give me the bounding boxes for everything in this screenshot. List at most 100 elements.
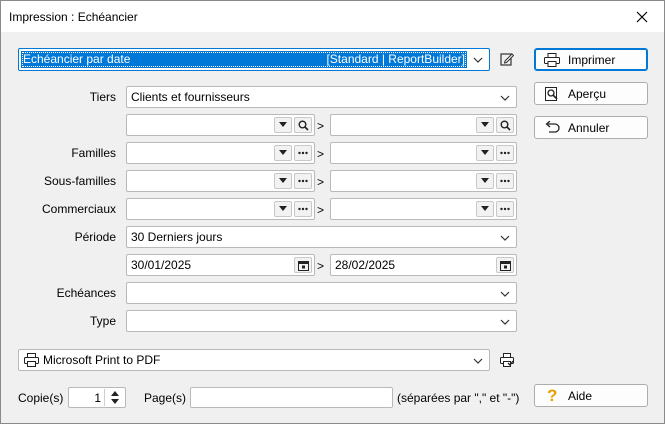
title-bar: Impression : Echéancier xyxy=(1,1,664,32)
ellipsis-icon xyxy=(500,151,510,155)
pages-input[interactable] xyxy=(190,387,393,408)
tiers-from-input[interactable] xyxy=(126,114,315,136)
commerciaux-to-browse-button[interactable] xyxy=(496,201,514,217)
chevron-down-icon xyxy=(279,206,287,211)
commerciaux-range-separator: > xyxy=(317,203,325,217)
report-tag: [Standard | ReportBuilder] xyxy=(326,52,465,66)
pages-hint: (séparées par "," et "-") xyxy=(397,391,520,405)
copies-stepper[interactable]: 1 xyxy=(68,387,126,408)
sous-familles-from-input[interactable] xyxy=(126,170,315,192)
tiers-from-search-button[interactable] xyxy=(294,117,312,133)
type-label: Type xyxy=(89,314,116,328)
print-button[interactable]: Imprimer xyxy=(534,48,648,71)
familles-from-browse-button[interactable] xyxy=(294,145,312,161)
commerciaux-to-input[interactable] xyxy=(330,198,517,220)
tiers-select[interactable]: Clients et fournisseurs xyxy=(126,86,517,108)
sous-familles-to-dropdown-button[interactable] xyxy=(476,173,494,189)
familles-to-browse-button[interactable] xyxy=(496,145,514,161)
date-to-calendar-button[interactable] xyxy=(496,257,514,273)
commerciaux-label: Commerciaux xyxy=(41,202,116,216)
commerciaux-to-dropdown-button[interactable] xyxy=(476,201,494,217)
chevron-down-icon xyxy=(500,235,510,241)
help-icon: ? xyxy=(547,386,558,405)
sous-familles-to-browse-button[interactable] xyxy=(496,173,514,189)
ellipsis-icon xyxy=(298,207,308,211)
periode-value: 30 Derniers jours xyxy=(131,230,223,244)
chevron-down-icon xyxy=(481,150,489,155)
date-to-input[interactable]: 28/02/2025 xyxy=(330,254,517,276)
help-button[interactable]: ? Aide xyxy=(534,384,648,407)
chevron-down-icon xyxy=(500,95,510,101)
ellipsis-icon xyxy=(298,151,308,155)
sous-familles-range-separator: > xyxy=(317,175,325,189)
type-select[interactable] xyxy=(126,310,517,332)
chevron-down-icon xyxy=(473,57,483,63)
sous-familles-from-dropdown-button[interactable] xyxy=(274,173,292,189)
search-icon xyxy=(500,120,511,131)
report-name: Echéancier par date xyxy=(23,52,131,66)
preview-button[interactable]: Aperçu xyxy=(534,82,648,105)
printer-select[interactable]: Microsoft Print to PDF xyxy=(18,349,490,371)
copies-value: 1 xyxy=(94,391,101,405)
sous-familles-label: Sous-familles xyxy=(43,174,116,188)
chevron-down-icon xyxy=(279,178,287,183)
edit-report-icon xyxy=(500,53,515,66)
familles-from-dropdown-button[interactable] xyxy=(274,145,292,161)
sous-familles-to-input[interactable] xyxy=(330,170,517,192)
cancel-button[interactable]: Annuler xyxy=(534,116,648,139)
periode-label: Période xyxy=(74,230,116,244)
familles-range-separator: > xyxy=(317,147,325,161)
chevron-down-icon xyxy=(481,206,489,211)
copies-label-text: Copie(s) xyxy=(18,391,64,405)
printer-icon xyxy=(24,353,39,367)
echeances-select[interactable] xyxy=(126,282,517,304)
chevron-down-icon xyxy=(279,122,287,127)
pages-label: Page(s) xyxy=(144,391,187,405)
spin-down-icon[interactable] xyxy=(111,399,119,404)
familles-from-input[interactable] xyxy=(126,142,315,164)
tiers-to-input[interactable] xyxy=(330,114,517,136)
commerciaux-from-dropdown-button[interactable] xyxy=(274,201,292,217)
calendar-icon xyxy=(499,260,511,271)
undo-icon xyxy=(545,121,560,133)
print-button-label: Imprimer xyxy=(568,53,616,67)
chevron-down-icon xyxy=(500,291,510,297)
printer-setup-button[interactable] xyxy=(497,350,517,370)
tiers-from-dropdown-button[interactable] xyxy=(274,117,292,133)
commerciaux-from-input[interactable] xyxy=(126,198,315,220)
chevron-down-icon xyxy=(279,150,287,155)
spin-up-icon[interactable] xyxy=(111,391,119,396)
date-from-calendar-button[interactable] xyxy=(294,257,312,273)
familles-to-input[interactable] xyxy=(330,142,517,164)
familles-label: Familles xyxy=(71,146,116,160)
echeances-label: Echéances xyxy=(56,286,116,300)
report-select[interactable]: Echéancier par date [Standard | ReportBu… xyxy=(18,48,490,71)
tiers-to-search-button[interactable] xyxy=(496,117,514,133)
periode-select[interactable]: 30 Derniers jours xyxy=(126,226,517,248)
date-from-input[interactable]: 30/01/2025 xyxy=(126,254,315,276)
chevron-down-icon xyxy=(481,178,489,183)
edit-report-button[interactable] xyxy=(497,49,517,69)
print-dialog: Impression : Echéancier Echéancier par d… xyxy=(0,0,665,424)
copies-spin-buttons[interactable] xyxy=(104,389,124,406)
printer-icon xyxy=(544,53,560,67)
chevron-down-icon xyxy=(481,122,489,127)
close-button[interactable] xyxy=(620,1,664,32)
tiers-to-dropdown-button[interactable] xyxy=(476,117,494,133)
ellipsis-icon xyxy=(500,207,510,211)
date-to-value: 28/02/2025 xyxy=(335,258,396,272)
tiers-value: Clients et fournisseurs xyxy=(131,90,250,104)
tiers-range-separator: > xyxy=(317,119,325,133)
date-from-value: 30/01/2025 xyxy=(131,258,192,272)
ellipsis-icon xyxy=(298,179,308,183)
sous-familles-from-browse-button[interactable] xyxy=(294,173,312,189)
preview-icon xyxy=(545,87,558,101)
commerciaux-from-browse-button[interactable] xyxy=(294,201,312,217)
date-range-separator: > xyxy=(317,259,325,273)
printer-value: Microsoft Print to PDF xyxy=(43,353,161,367)
familles-to-dropdown-button[interactable] xyxy=(476,145,494,161)
help-button-label: Aide xyxy=(568,389,593,403)
chevron-down-icon xyxy=(500,319,510,325)
search-icon xyxy=(298,120,309,131)
preview-button-label: Aperçu xyxy=(568,87,607,101)
